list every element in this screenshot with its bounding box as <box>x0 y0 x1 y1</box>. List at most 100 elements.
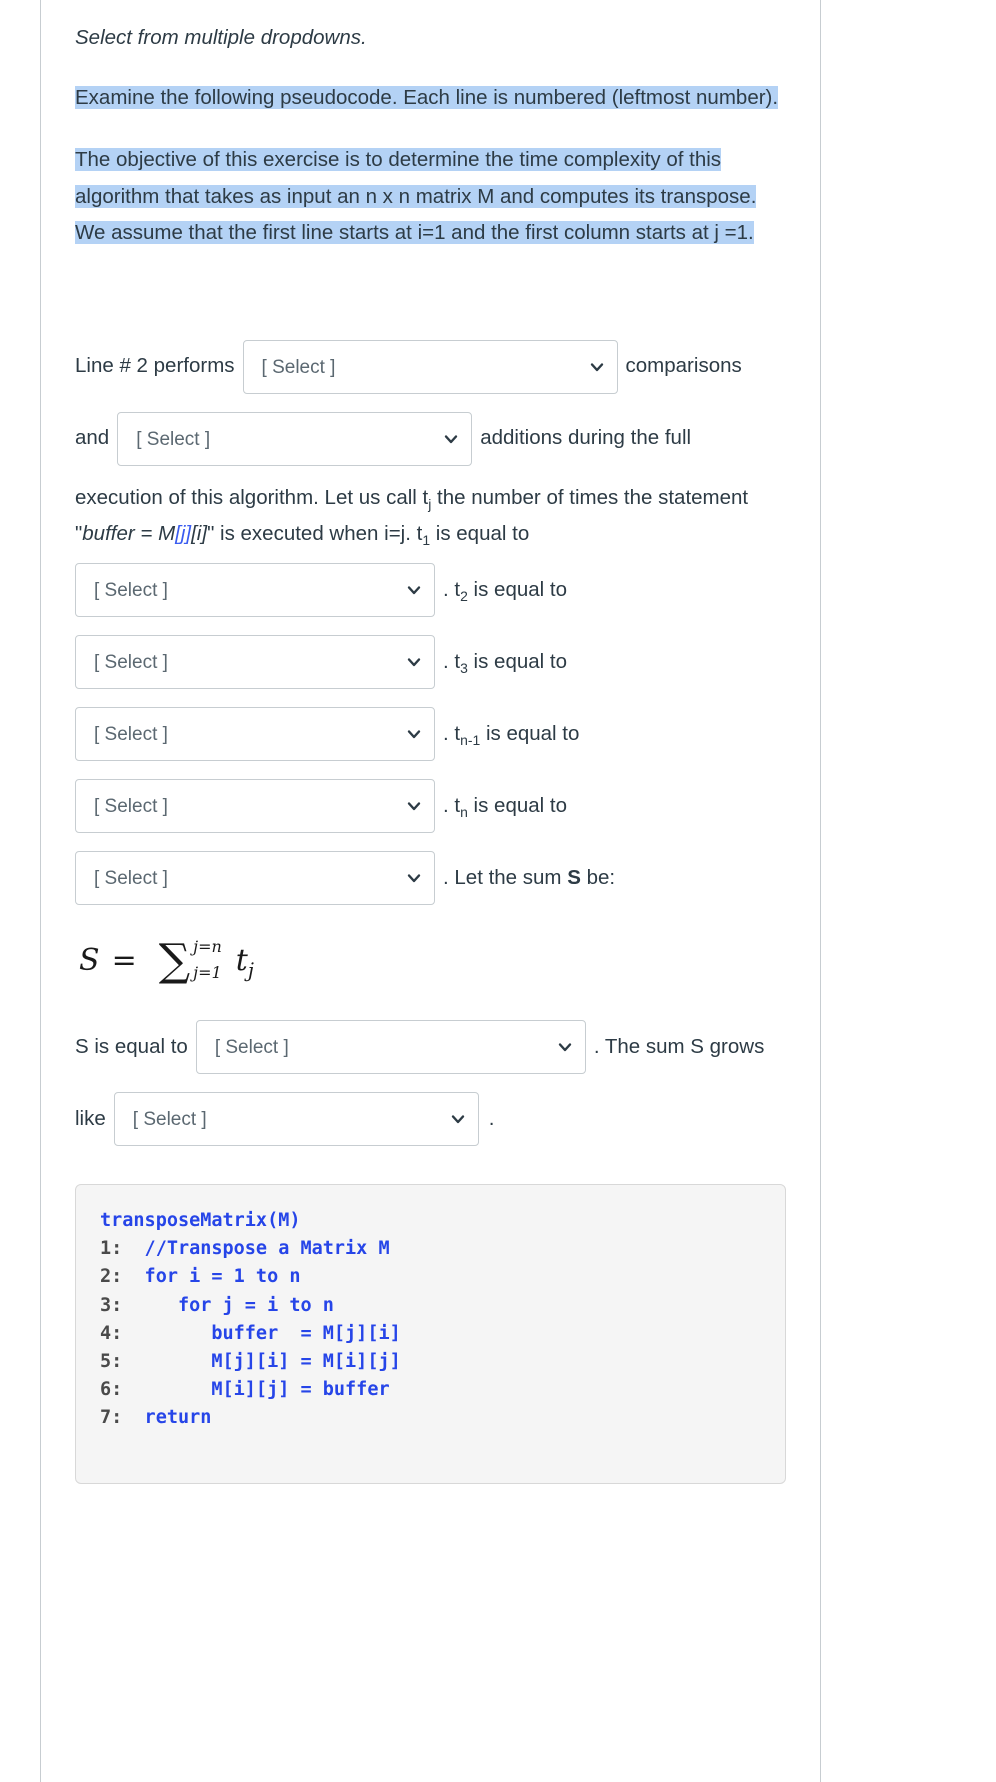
tj-part3: " is executed when i=j. t <box>207 522 423 546</box>
formula-upper-limit: j=n <box>193 936 222 956</box>
t2-select-wrap[interactable]: [ Select ] <box>75 634 435 689</box>
code-line-text: for i = 1 to n <box>122 1266 301 1288</box>
quiz-question-page: Select from multiple dropdowns. Examine … <box>0 0 996 1782</box>
code-line-text: buffer = M[j][i] <box>122 1322 401 1344</box>
line2-comparisons-row: Line # 2 performs [ Select ] comparisons <box>75 336 786 398</box>
tn-suffix: is equal to <box>467 793 568 817</box>
sum-formula: S = ∑ j=n j=1 tj <box>79 934 786 986</box>
formula-limits: j=n j=1 <box>193 936 222 983</box>
sum-intro-prefix: . Let the sum <box>443 865 568 889</box>
tn-1-select[interactable]: [ Select ] <box>75 778 435 833</box>
paragraph-pseudocode-intro: Examine the following pseudocode. Each l… <box>75 80 786 116</box>
code-line-number: 4: <box>100 1322 123 1344</box>
highlighted-text-1: Examine the following pseudocode. Each l… <box>75 85 779 109</box>
formula-lhs: S <box>79 942 100 978</box>
code-line-number: 5: <box>100 1350 123 1372</box>
code-eq-label: = <box>134 522 159 546</box>
sum-intro-label: . Let the sum S be: <box>443 866 615 890</box>
comparisons-suffix-label: comparisons <box>625 354 742 378</box>
code-index-j-label: [j] <box>175 522 192 546</box>
tn-prefix: . t <box>443 793 461 817</box>
t2-row: [ Select ] . t2 is equal to <box>75 559 786 621</box>
formula-term: tj <box>235 942 254 980</box>
and-label: and <box>75 426 110 450</box>
code-line-number: 6: <box>100 1378 123 1400</box>
formula-equals: = <box>111 942 137 978</box>
tn-row: [ Select ] . tn is equal to <box>75 775 786 837</box>
sum-symbol-S: S <box>567 865 581 889</box>
formula-term-base: t <box>235 942 248 978</box>
code-line-text: //Transpose a Matrix M <box>122 1238 390 1260</box>
paragraph-objective: The objective of this exercise is to det… <box>75 142 786 251</box>
tj-sub-1: 1 <box>422 532 431 549</box>
t3-suffix: is equal to <box>467 649 568 673</box>
trailing-period: . <box>488 1106 495 1130</box>
tn-sub: n <box>460 803 468 820</box>
line2-additions-row: and [ Select ] additions during the full <box>75 408 786 470</box>
tj-part4: is equal to <box>430 522 530 546</box>
code-index-i-label: [i] <box>191 522 208 546</box>
code-line-text: M[i][j] = buffer <box>122 1378 390 1400</box>
pseudocode-block: transposeMatrix(M) 1: //Transpose a Matr… <box>75 1184 786 1485</box>
sum-intro-row: [ Select ] . Let the sum S be: <box>75 847 786 909</box>
right-rule <box>820 0 821 1782</box>
summation-sigma-icon: ∑ <box>158 934 191 986</box>
s-value-select[interactable]: [ Select ] <box>195 1020 586 1075</box>
t3-label: . t3 is equal to <box>443 649 568 676</box>
tn-select-wrap[interactable]: [ Select ] <box>75 850 435 905</box>
tn-label: . tn is equal to <box>443 793 568 820</box>
t3-select-wrap[interactable]: [ Select ] <box>75 706 435 761</box>
formula-lower-limit: j=1 <box>193 963 222 983</box>
code-buffer-label: buffer <box>82 522 135 546</box>
code-line-number: 3: <box>100 1294 123 1316</box>
tn-1-suffix: is equal to <box>480 721 580 745</box>
tn-1-select-wrap[interactable]: [ Select ] <box>75 778 435 833</box>
code-line-text: M[j][i] = M[i][j] <box>122 1350 401 1372</box>
growth-select-wrap[interactable]: [ Select ] <box>113 1092 479 1147</box>
t1-select[interactable]: [ Select ] <box>75 562 435 617</box>
s-equals-prefix-label: S is equal to <box>75 1034 188 1058</box>
like-label: like <box>75 1106 106 1130</box>
comparisons-select[interactable]: [ Select ] <box>242 339 618 394</box>
code-line-number: 7: <box>100 1407 123 1429</box>
highlighted-text-2: The objective of this exercise is to det… <box>75 148 757 245</box>
formula-term-sub: j <box>247 958 254 982</box>
line2-prefix-label: Line # 2 performs <box>75 354 235 378</box>
tn-select[interactable]: [ Select ] <box>75 850 435 905</box>
code-line-number: 1: <box>100 1238 123 1260</box>
additions-select[interactable]: [ Select ] <box>117 411 473 466</box>
tn-1-label: . tn-1 is equal to <box>443 721 580 748</box>
tj-part1: execution of this algorithm. Let us call… <box>75 485 429 509</box>
pseudocode-text: transposeMatrix(M) 1: //Transpose a Matr… <box>100 1207 761 1432</box>
sum-intro-suffix: be: <box>580 865 616 889</box>
t3-row: [ Select ] . t3 is equal to <box>75 631 786 693</box>
t3-prefix: . t <box>443 649 461 673</box>
growth-select[interactable]: [ Select ] <box>113 1092 479 1147</box>
t2-prefix: . t <box>443 577 461 601</box>
s-value-select-wrap[interactable]: [ Select ] <box>195 1020 586 1075</box>
t2-suffix: is equal to <box>467 577 568 601</box>
tn-1-sub: n-1 <box>460 731 481 748</box>
code-line-text: return <box>122 1407 212 1429</box>
t2-label: . t2 is equal to <box>443 577 568 604</box>
question-content: Select from multiple dropdowns. Examine … <box>41 0 820 1485</box>
tn-1-row: [ Select ] . tn-1 is equal to <box>75 703 786 765</box>
t2-select[interactable]: [ Select ] <box>75 634 435 689</box>
code-line-text: for j = i to n <box>122 1294 334 1316</box>
grows-like-row: like [ Select ] . <box>75 1088 786 1150</box>
comparisons-select-wrap[interactable]: [ Select ] <box>242 339 618 394</box>
instruction-text: Select from multiple dropdowns. <box>75 26 367 49</box>
pseudocode-title: transposeMatrix(M) <box>100 1210 301 1232</box>
t1-select-wrap[interactable]: [ Select ] <box>75 562 435 617</box>
code-line-number: 2: <box>100 1266 123 1288</box>
t2-sub: 2 <box>460 587 468 604</box>
t3-sub: 3 <box>460 659 468 676</box>
additions-select-wrap[interactable]: [ Select ] <box>117 411 473 466</box>
tn-1-prefix: . t <box>443 721 461 745</box>
s-equals-row: S is equal to [ Select ] . The sum S gro… <box>75 1016 786 1078</box>
t3-select[interactable]: [ Select ] <box>75 706 435 761</box>
paragraph-tj-definition: execution of this algorithm. Let us call… <box>75 480 786 553</box>
additions-suffix-label: additions during the full <box>480 426 692 450</box>
code-m-label: M <box>158 522 176 546</box>
